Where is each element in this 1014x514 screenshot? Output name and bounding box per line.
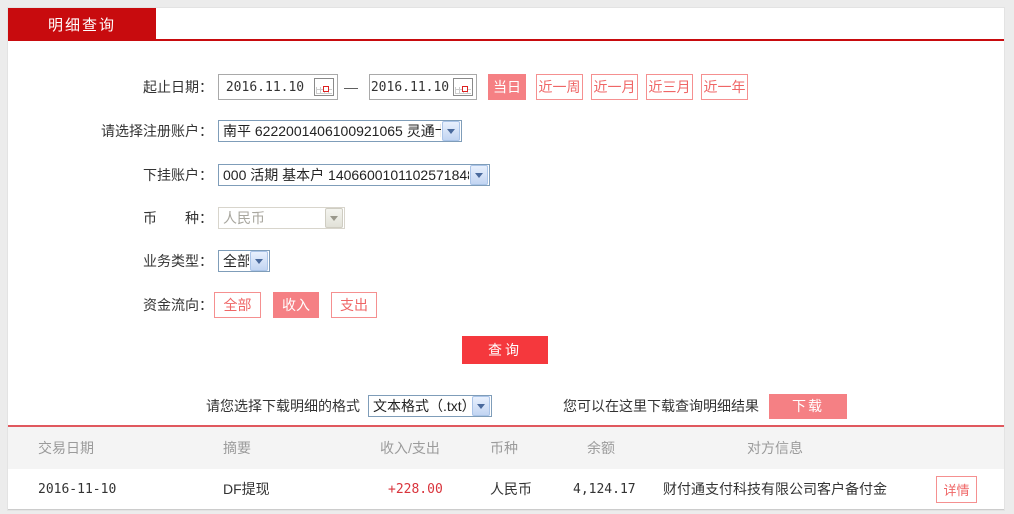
business-type-row: 业务类型： 全部 [8,248,1004,274]
register-account-select[interactable]: 南平 6222001406100921065 灵通卡 [218,120,462,142]
chevron-down-icon [442,121,460,141]
cell-currency: 人民币 [490,481,532,497]
header-summary: 摘要 [223,440,251,456]
currency-label: 币 种： [143,210,213,226]
download-format-value: 文本格式（.txt） [373,398,471,414]
currency-select: 人民币 [218,207,345,229]
cell-balance: 4,124.17 [573,481,636,497]
register-account-value: 南平 6222001406100921065 灵通卡 [223,123,441,139]
quick-range-year-button[interactable]: 近一年 [701,74,748,100]
download-format-label: 请您选择下载明细的格式 [206,398,360,414]
table-row: 2016-11-10 DF提现 +228.00 人民币 4,124.17 财付通… [8,469,1004,510]
date-range-label: 起止日期： [143,79,213,95]
business-type-select[interactable]: 全部 [218,250,270,272]
fund-flow-income-button[interactable]: 收入 [273,292,319,318]
register-account-label: 请选择注册账户： [101,123,213,139]
download-hint-text: 您可以在这里下载查询明细结果 [563,398,759,414]
quick-range-month-button[interactable]: 近一月 [591,74,638,100]
header-counterparty: 对方信息 [747,440,803,456]
currency-value: 人民币 [223,210,265,226]
download-button[interactable]: 下载 [769,393,847,419]
header-date: 交易日期 [38,440,94,456]
fund-flow-expense-button[interactable]: 支出 [331,292,377,318]
calendar-icon-day-marker [323,86,329,92]
business-type-value: 全部 [223,253,249,269]
chevron-down-icon [470,165,488,185]
cell-date: 2016-11-10 [38,481,117,497]
register-account-row: 请选择注册账户： 南平 6222001406100921065 灵通卡 [8,118,1004,144]
chevron-down-icon [325,208,343,228]
sub-account-row: 下挂账户： 000 活期 基本户 1406600101102571848 [8,162,1004,188]
chevron-down-icon [250,251,268,271]
tab-detail-query[interactable]: 明细查询 [8,8,156,40]
cell-action: 详情 [936,475,1004,503]
currency-row: 币 种： 人民币 [8,205,1004,231]
date-to-input[interactable]: 2016.11.10 [369,74,477,100]
header-balance: 余额 [587,440,615,456]
download-row: 请您选择下载明细的格式 文本格式（.txt） 您可以在这里下载查询明细结果 下载 [8,393,1004,419]
calendar-icon[interactable] [453,78,473,96]
calendar-icon-day-marker [462,86,468,92]
content-panel: 明细查询 起止日期： 2016.11.10 — 2016.11.10 当日 近一… [8,8,1004,510]
date-from-value: 2016.11.10 [225,79,305,95]
cell-amount: +228.00 [388,481,443,497]
chevron-down-icon [472,396,490,416]
cell-summary: DF提现 [223,481,270,497]
calendar-icon[interactable] [314,78,334,96]
quick-range-week-button[interactable]: 近一周 [536,74,583,100]
detail-query-page: 明细查询 起止日期： 2016.11.10 — 2016.11.10 当日 近一… [0,0,1014,514]
business-type-label: 业务类型： [143,253,213,269]
sub-account-value: 000 活期 基本户 1406600101102571848 [223,167,469,183]
cell-counterparty: 财付通支付科技有限公司客户备付金 [663,481,887,497]
header-currency: 币种 [490,440,518,456]
date-separator: — [344,79,358,95]
quick-range-quarter-button[interactable]: 近三月 [646,74,693,100]
date-range-row: 起止日期： 2016.11.10 — 2016.11.10 当日 近一周 近一月… [8,74,1004,100]
header-amount: 收入/支出 [380,440,440,456]
download-format-select[interactable]: 文本格式（.txt） [368,395,492,417]
tab-underline [8,39,1004,41]
fund-flow-label: 资金流向： [143,297,213,313]
sub-account-select[interactable]: 000 活期 基本户 1406600101102571848 [218,164,490,186]
quick-range-today-button[interactable]: 当日 [488,74,526,100]
detail-button[interactable]: 详情 [936,475,977,503]
fund-flow-all-button[interactable]: 全部 [214,292,261,318]
table-header-row: 交易日期 摘要 收入/支出 币种 余额 对方信息 [8,427,1004,469]
sub-account-label: 下挂账户： [143,167,213,183]
query-button[interactable]: 查询 [462,336,548,364]
date-to-value: 2016.11.10 [370,79,450,95]
date-from-input[interactable]: 2016.11.10 [218,74,338,100]
fund-flow-row: 资金流向： 全部 收入 支出 [8,292,1004,318]
